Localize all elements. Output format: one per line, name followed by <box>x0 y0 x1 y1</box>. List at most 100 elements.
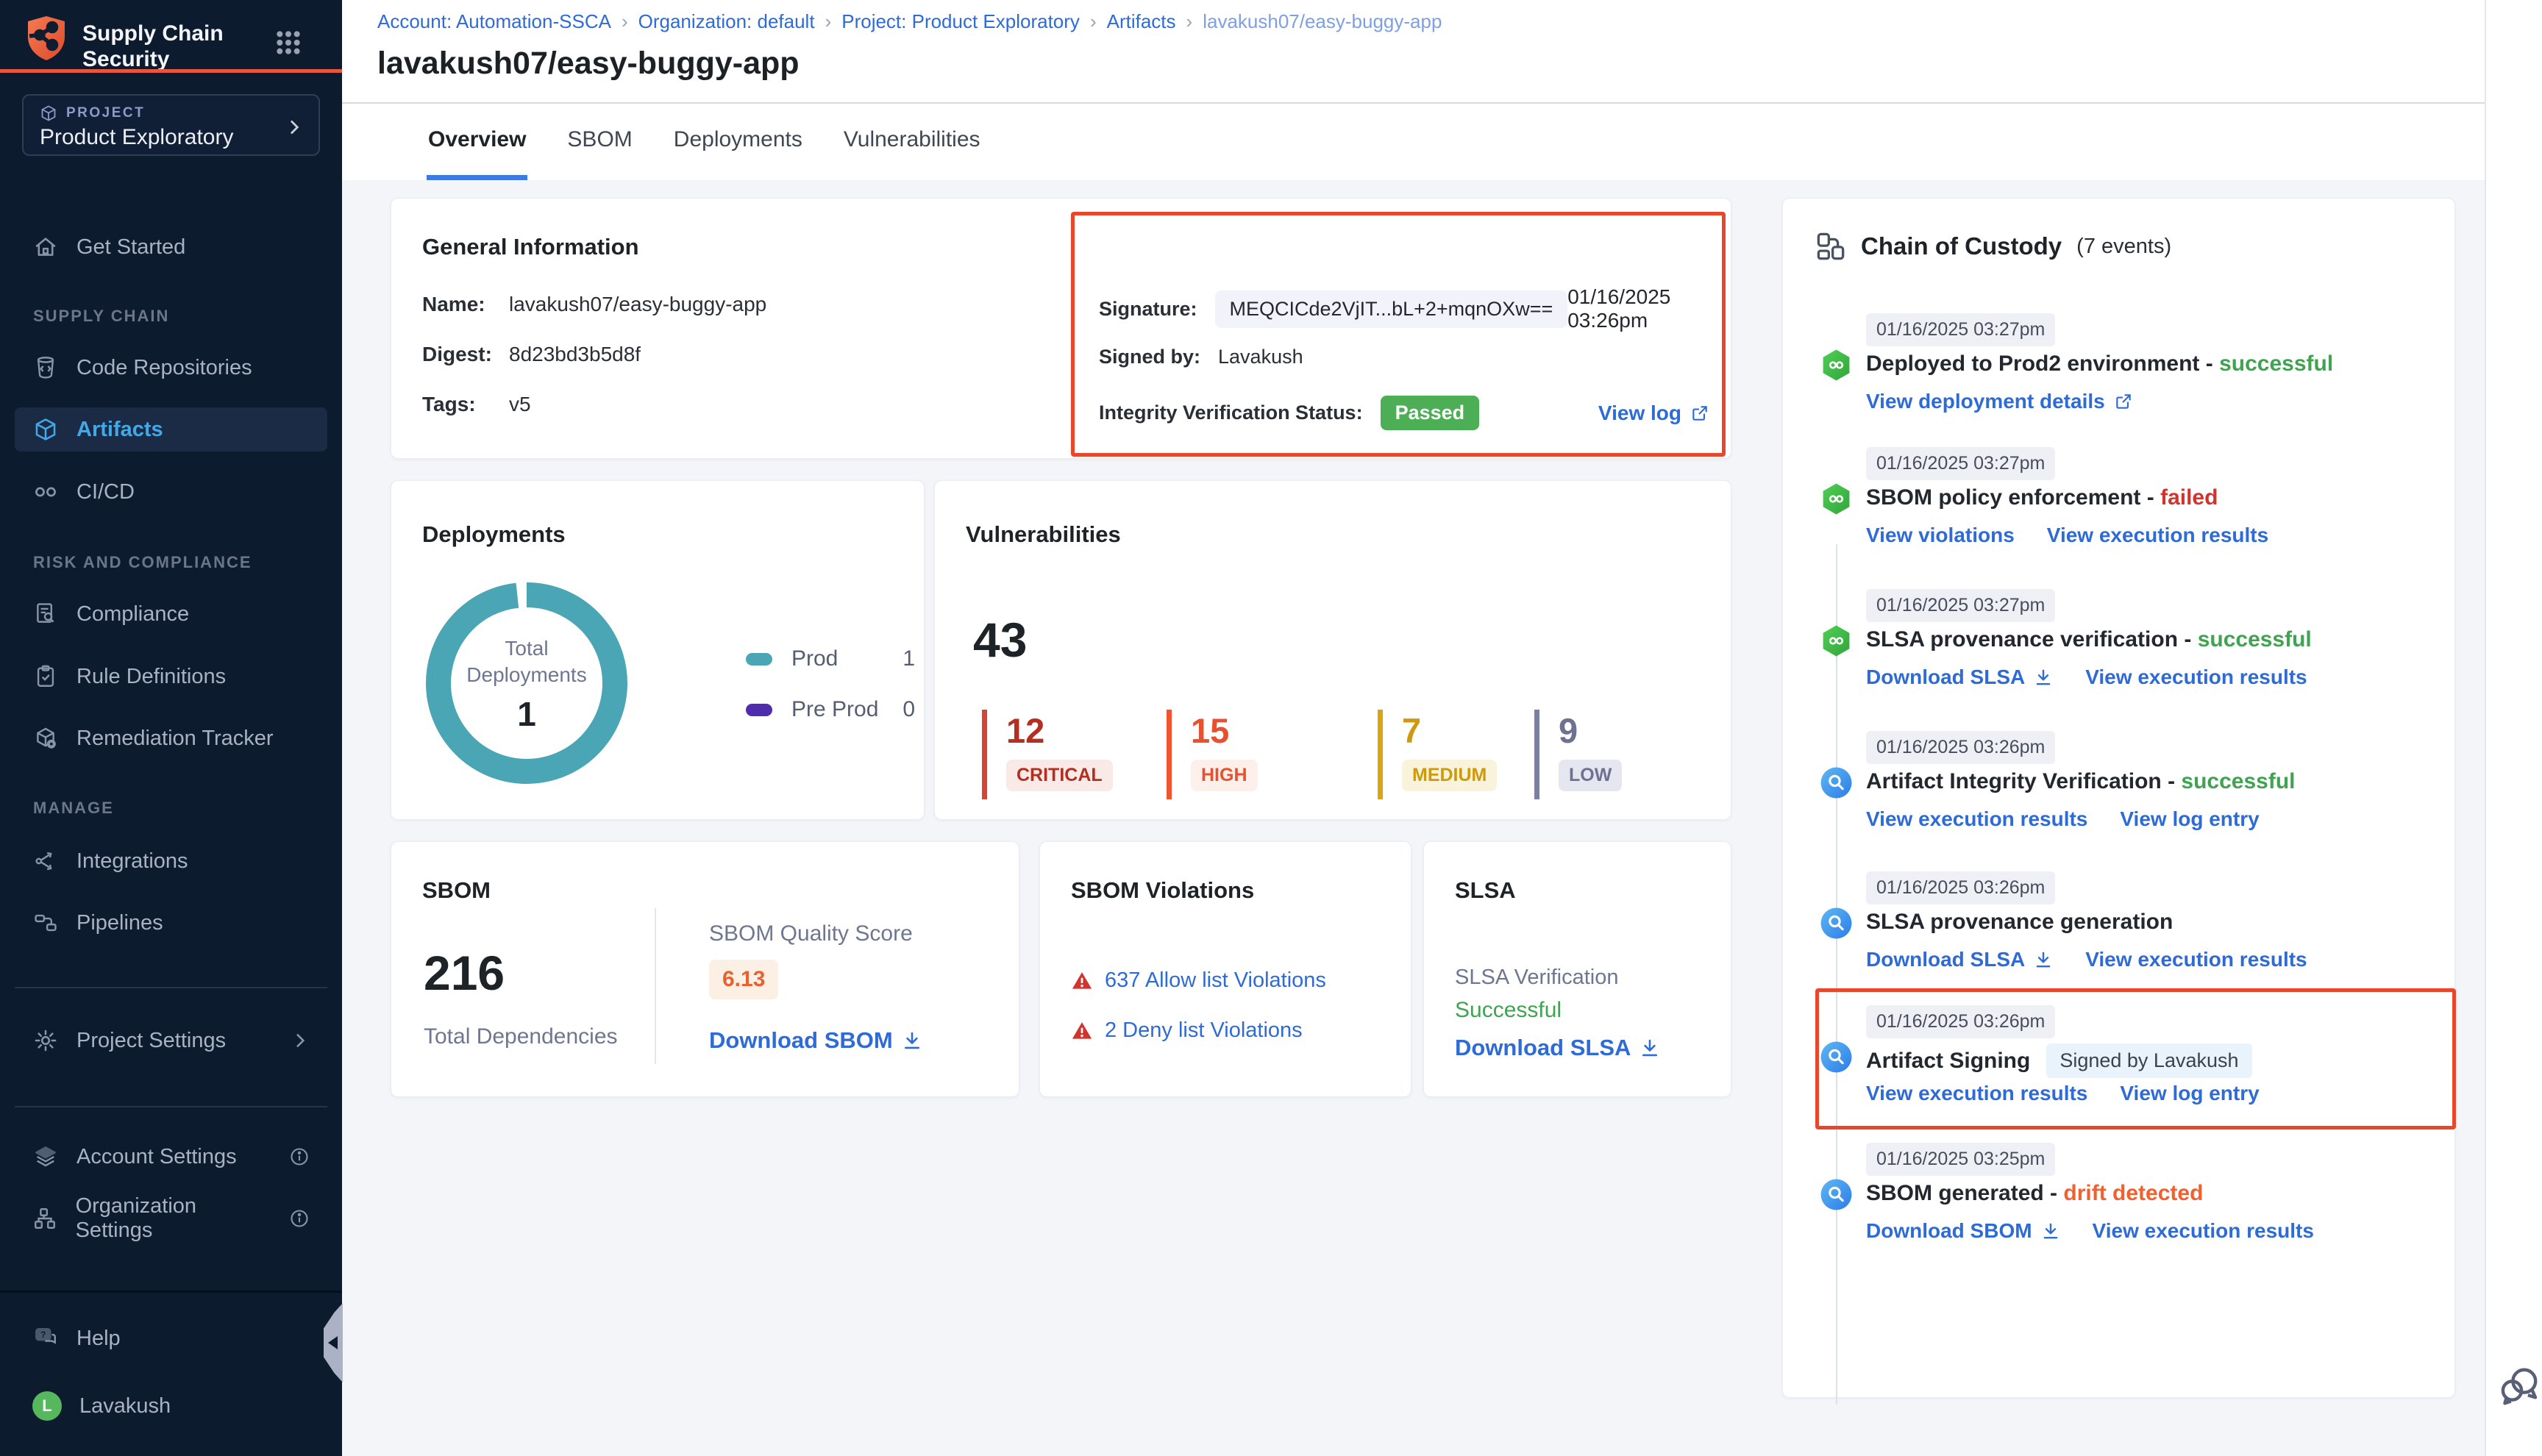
download-slsa-link[interactable]: Download SLSA <box>1455 1035 1660 1061</box>
module-grid-icon[interactable] <box>274 28 303 57</box>
infinity-icon <box>32 479 59 505</box>
clipboard-check-icon <box>32 664 59 689</box>
breadcrumb-current[interactable]: lavakush07/easy-buggy-app <box>1203 10 1442 33</box>
content-area: General Information Name: lavakush07/eas… <box>342 180 2485 1456</box>
pipeline-hexagon-icon <box>1820 349 1853 382</box>
event-title: SBOM policy enforcement - failed <box>1866 485 2218 510</box>
severity-high: 15 HIGH <box>1167 710 1258 799</box>
pipeline-hexagon-icon <box>1820 624 1853 657</box>
breadcrumb-artifacts[interactable]: Artifacts <box>1107 10 1176 33</box>
field-value: 8d23bd3b5d8f <box>509 343 641 366</box>
allow-list-violations-link[interactable]: 637 Allow list Violations <box>1105 968 1326 993</box>
field-digest: Digest: 8d23bd3b5d8f <box>422 343 641 366</box>
view-log-entry-link[interactable]: View log entry <box>2120 807 2259 831</box>
tab-sbom[interactable]: SBOM <box>566 104 633 180</box>
deny-list-violations-row: 2 Deny list Violations <box>1071 1018 1303 1043</box>
section-label-risk-compliance: RISK AND COMPLIANCE <box>33 553 252 572</box>
download-slsa-link[interactable]: Download SLSA <box>1866 665 2053 689</box>
breadcrumb-organization[interactable]: Organization: default <box>638 10 815 33</box>
external-link-icon <box>1690 404 1709 423</box>
view-execution-results-link[interactable]: View execution results <box>1866 807 2087 831</box>
chain-of-custody-header: Chain of Custody (7 events) <box>1815 231 2171 262</box>
event-links: Download SLSA View execution results <box>1866 665 2307 689</box>
view-log-link[interactable]: View log <box>1598 402 1709 425</box>
sidebar-item-help[interactable]: ? Help <box>15 1316 327 1360</box>
scan-circle-icon <box>1820 1178 1853 1211</box>
event-title: SLSA provenance verification - successfu… <box>1866 627 2312 652</box>
signed-by-badge: Signed by Lavakush <box>2046 1043 2251 1078</box>
field-name: Name: lavakush07/easy-buggy-app <box>422 293 766 316</box>
sbom-violations-card: SBOM Violations 637 Allow list Violation… <box>1039 841 1411 1097</box>
view-execution-results-link[interactable]: View execution results <box>2085 948 2307 971</box>
severity-low: 9 LOW <box>1534 710 1622 799</box>
event-status: failed <box>2160 485 2218 510</box>
sidebar-item-account-settings[interactable]: Account Settings <box>15 1135 327 1179</box>
sidebar-item-label: Remediation Tracker <box>76 727 274 751</box>
breadcrumb-separator: › <box>1090 10 1097 33</box>
section-label-manage: MANAGE <box>33 799 114 818</box>
sidebar-item-artifacts[interactable]: Artifacts <box>15 407 327 452</box>
severity-critical: 12 CRITICAL <box>982 710 1113 799</box>
download-icon <box>902 1030 922 1051</box>
breadcrumb-project[interactable]: Project: Product Exploratory <box>841 10 1080 33</box>
view-violations-link[interactable]: View violations <box>1866 524 2015 547</box>
event-title: Deployed to Prod2 environment - successf… <box>1866 351 2333 377</box>
sidebar-item-label: Compliance <box>76 602 189 627</box>
tab-deployments[interactable]: Deployments <box>672 104 804 180</box>
avatar: L <box>32 1391 62 1421</box>
sidebar-item-get-started[interactable]: Get Started <box>15 225 327 269</box>
sidebar-item-remediation-tracker[interactable]: Remediation Tracker <box>15 716 327 760</box>
info-icon[interactable] <box>289 1146 310 1167</box>
divider <box>15 987 327 988</box>
code-repo-icon <box>32 355 59 380</box>
sidebar-item-pipelines[interactable]: Pipelines <box>15 901 327 945</box>
event-timestamp: 01/16/2025 03:27pm <box>1866 313 2055 346</box>
project-cube-icon <box>40 104 57 122</box>
view-deployment-details-link[interactable]: View deployment details <box>1866 390 2133 413</box>
view-execution-results-link[interactable]: View execution results <box>1866 1082 2087 1105</box>
download-slsa-link[interactable]: Download SLSA <box>1866 948 2053 971</box>
sidebar-item-cicd[interactable]: CI/CD <box>15 470 327 514</box>
feedback-chat-icon[interactable] <box>2499 1365 2541 1406</box>
sidebar-item-rule-definitions[interactable]: Rule Definitions <box>15 654 327 699</box>
sbom-quality-score-badge: 6.13 <box>709 960 778 999</box>
download-sbom-link[interactable]: Download SBOM <box>709 1027 922 1054</box>
event-status: successful <box>2181 769 2295 794</box>
view-log-entry-link[interactable]: View log entry <box>2120 1082 2259 1105</box>
info-icon[interactable] <box>289 1208 310 1229</box>
sidebar-item-label: Get Started <box>76 235 185 260</box>
event-status: drift detected <box>2063 1181 2203 1206</box>
right-rail <box>2485 0 2542 1456</box>
breadcrumb-account[interactable]: Account: Automation-SSCA <box>377 10 611 33</box>
sidebar-item-organization-settings[interactable]: Organization Settings <box>15 1196 327 1241</box>
chain-of-custody-icon <box>1815 231 1846 262</box>
sidebar-item-label: Help <box>76 1327 121 1351</box>
view-execution-results-link[interactable]: View execution results <box>2093 1219 2314 1243</box>
view-execution-results-link[interactable]: View execution results <box>2085 665 2307 689</box>
deployments-card: Deployments Total Deployments 1 Prod 1 P… <box>391 480 925 820</box>
sidebar-item-user[interactable]: L Lavakush <box>15 1384 327 1428</box>
tab-vulnerabilities[interactable]: Vulnerabilities <box>842 104 982 180</box>
warning-triangle-icon <box>1071 970 1093 992</box>
home-icon <box>32 235 59 260</box>
signature-value-chip: MEQCICde2VjIT...bL+2+mqnOXw== <box>1215 290 1568 328</box>
view-execution-results-link[interactable]: View execution results <box>2047 524 2268 547</box>
sidebar-item-compliance[interactable]: Compliance <box>15 592 327 636</box>
field-value: lavakush07/easy-buggy-app <box>509 293 766 316</box>
deny-list-violations-link[interactable]: 2 Deny list Violations <box>1105 1018 1303 1043</box>
chevron-right-icon <box>291 1031 310 1050</box>
sidebar-item-label: CI/CD <box>76 480 135 504</box>
signature-row: Signature: MEQCICde2VjIT...bL+2+mqnOXw==… <box>1099 285 1709 332</box>
svg-text:?: ? <box>40 1330 46 1340</box>
sidebar-item-code-repositories[interactable]: Code Repositories <box>15 346 327 390</box>
sidebar-item-label: Organization Settings <box>76 1194 271 1243</box>
divider <box>655 908 656 1064</box>
project-selector[interactable]: PROJECT Product Exploratory <box>22 94 320 156</box>
tab-overview[interactable]: Overview <box>427 104 527 180</box>
slsa-status: Successful <box>1455 998 1562 1023</box>
sidebar-item-integrations[interactable]: Integrations <box>15 839 327 883</box>
download-sbom-link[interactable]: Download SBOM <box>1866 1219 2060 1243</box>
accent-bar <box>0 69 342 73</box>
legend-value: 0 <box>902 697 915 722</box>
sidebar-item-project-settings[interactable]: Project Settings <box>15 1018 327 1063</box>
